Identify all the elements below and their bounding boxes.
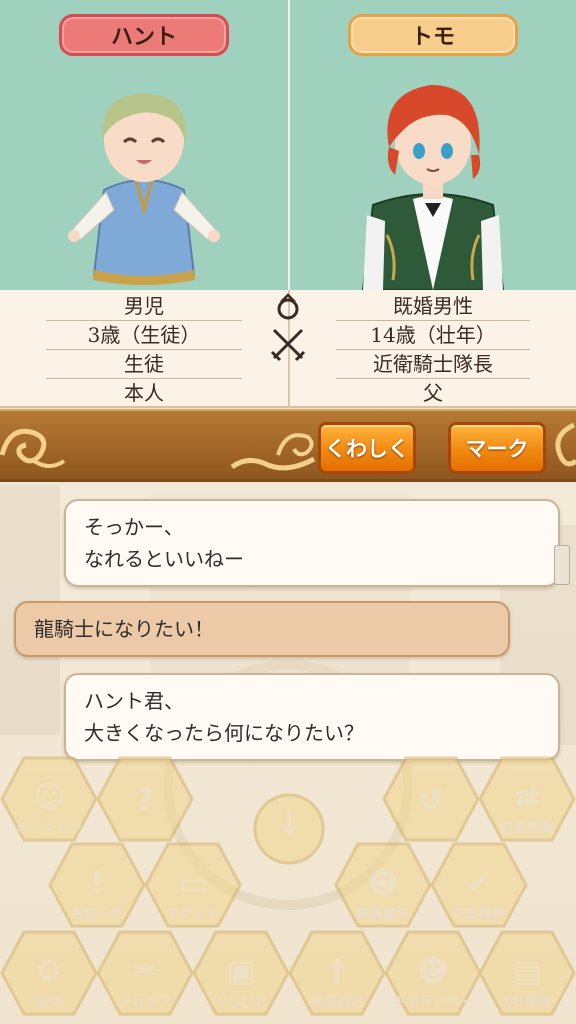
settings-icon: ⚙	[35, 954, 63, 989]
lottery-icon: ▣	[226, 954, 256, 989]
character-portraits: ハント トモ	[0, 0, 576, 290]
ornament-center-icon	[230, 433, 316, 471]
character-icon: ☻	[417, 954, 449, 989]
menu-down[interactable]: ↓	[240, 786, 338, 872]
dragon-icon: ↺	[418, 783, 444, 818]
scroll-handle[interactable]	[554, 545, 570, 585]
mark-button[interactable]: マーク	[448, 422, 546, 474]
menu-auto-move[interactable]: ⇄ 自動移動	[478, 756, 576, 842]
relations-icon: ✔	[466, 866, 492, 901]
menu-weapon[interactable]: † 武器設定	[288, 930, 386, 1016]
daily-info-icon: ▤	[512, 954, 542, 989]
details-button[interactable]: くわしく	[318, 422, 416, 474]
left-character-avatar	[68, 93, 220, 285]
right-character-avatar	[361, 85, 505, 290]
left-character-name: ハント	[59, 14, 229, 56]
menu-label: チケット	[165, 907, 220, 922]
menu-label: くしびき	[213, 995, 268, 1010]
menu-notice[interactable]: ! お知らせ	[48, 842, 146, 928]
status-icons	[266, 292, 310, 362]
ring-icon	[277, 293, 299, 320]
magic-icon: ☻	[367, 866, 399, 901]
ticket-icon: ▭	[178, 866, 208, 901]
menu-label: ミッション	[15, 821, 83, 836]
menu-shop[interactable]: ✂ ショップ	[96, 930, 194, 1016]
menu-magic[interactable]: ☻ 鍛錬魔法	[334, 842, 432, 928]
notice-icon: !	[90, 866, 104, 901]
menu-label: 武器設定	[309, 995, 364, 1010]
down-arrow-icon: ↓	[276, 807, 302, 842]
portrait-left[interactable]: ハント	[0, 0, 288, 290]
right-age: 14歳（壮年）	[336, 321, 530, 350]
menu-help[interactable]: ?	[96, 756, 194, 842]
menu-label: 自動移動	[499, 821, 554, 836]
left-gender: 男児	[46, 292, 242, 321]
menu-settings[interactable]: ⚙ 設定	[0, 930, 98, 1016]
ornament-right-icon	[555, 422, 576, 467]
left-relation: 本人	[124, 381, 164, 405]
menu-lottery[interactable]: ▣ くしびき	[192, 930, 290, 1016]
menu-label: キャラクター	[392, 995, 474, 1010]
menu-daily-info[interactable]: ▤ 1日情報	[478, 930, 576, 1016]
chat-message-1: そっかー、 なれるといいねー	[64, 499, 560, 587]
menu-label: ショップ	[117, 995, 172, 1010]
menu-ticket[interactable]: ▭ チケット	[144, 842, 242, 928]
menu-label: 1日情報	[501, 995, 553, 1010]
main-menu-grid: ☺ ミッション ? ↓ ↺ ⇄ 自動移動 ! お知らせ ▭ チケット ☻ 鍛錬魔…	[0, 750, 576, 1024]
auto-move-icon: ⇄	[514, 780, 540, 815]
menu-label: 交友関係	[451, 907, 506, 922]
right-character-name: トモ	[348, 14, 518, 56]
left-age: 3歳（生徒）	[46, 321, 242, 350]
menu-dragon[interactable]: ↺	[382, 756, 480, 842]
shop-icon: ✂	[132, 954, 158, 989]
menu-label: 設定	[35, 995, 63, 1010]
right-occupation: 近衛騎士隊長	[336, 350, 530, 379]
crossed-swords-icon	[270, 328, 306, 362]
ornament-left-icon	[0, 428, 66, 468]
right-info-column: 既婚男性 14歳（壮年） 近衛騎士隊長 父	[288, 290, 576, 408]
portrait-right[interactable]: トモ	[288, 0, 576, 290]
action-bar: くわしく マーク	[0, 409, 576, 482]
menu-mission[interactable]: ☺ ミッション	[0, 756, 98, 842]
menu-label: お知らせ	[70, 907, 124, 922]
menu-character[interactable]: ☻ キャラクター	[384, 930, 482, 1016]
mission-icon: ☺	[33, 780, 65, 815]
menu-label: 鍛錬魔法	[355, 907, 410, 922]
left-occupation: 生徒	[46, 350, 242, 379]
menu-relations[interactable]: ✔ 交友関係	[430, 842, 528, 928]
right-relation: 父	[423, 381, 443, 405]
weapon-icon: †	[329, 954, 345, 989]
help-icon: ?	[136, 783, 154, 818]
chat-message-3: ハント君、 大きくなったら何になりたい？	[64, 673, 560, 761]
chat-message-2: 龍騎士になりたい！	[14, 601, 510, 657]
right-gender: 既婚男性	[336, 292, 530, 321]
left-info-column: 男児 3歳（生徒） 生徒 本人	[0, 290, 288, 408]
